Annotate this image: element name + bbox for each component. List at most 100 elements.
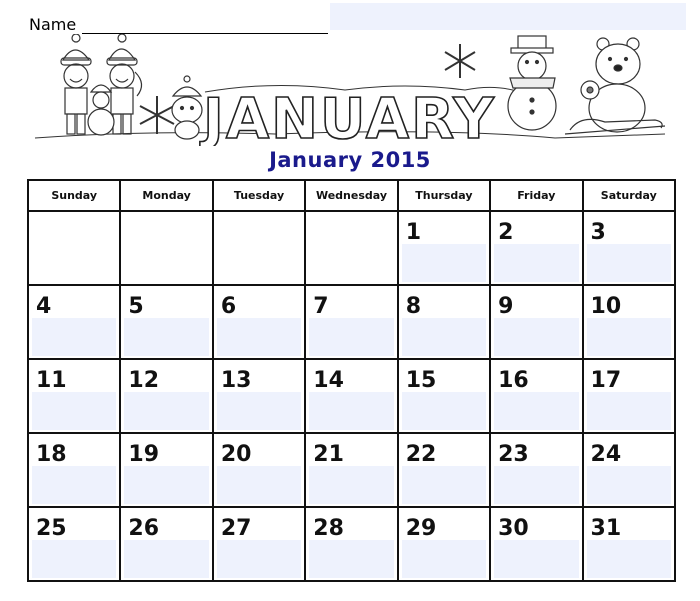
day-cell[interactable]: 3	[581, 210, 677, 286]
day-cell-content: 21	[306, 434, 396, 506]
day-cell[interactable]: 21	[304, 432, 399, 508]
day-note-area[interactable]	[32, 540, 117, 578]
day-cell[interactable]: 4	[26, 284, 122, 360]
day-cell[interactable]: 6	[211, 284, 307, 360]
day-note-area[interactable]	[32, 392, 117, 430]
day-note-area[interactable]	[309, 392, 394, 430]
january-bubble-letters: JANUARY	[198, 86, 494, 146]
day-note-area[interactable]	[124, 392, 209, 430]
day-cell[interactable]: 15	[396, 358, 492, 434]
day-note-area[interactable]	[32, 466, 117, 504]
weekday-header: Friday	[489, 179, 584, 212]
day-cell[interactable]: 11	[26, 358, 122, 434]
day-number: 22	[405, 442, 437, 467]
day-note-area[interactable]	[401, 540, 487, 578]
day-note-area[interactable]	[494, 244, 579, 282]
day-note-area[interactable]	[586, 392, 671, 430]
day-cell[interactable]: 2	[489, 210, 584, 286]
day-cell[interactable]: 13	[211, 358, 307, 434]
day-cell[interactable]: 16	[489, 358, 584, 434]
day-cell[interactable]: 31	[581, 506, 677, 582]
day-number: 28	[313, 516, 344, 541]
day-cell-content	[306, 212, 396, 284]
day-cell-content: 24	[584, 434, 674, 506]
day-cell-content: 29	[399, 508, 489, 580]
day-cell[interactable]: 27	[211, 506, 307, 582]
day-cell[interactable]: 19	[119, 432, 214, 508]
day-cell-content: 13	[214, 360, 304, 432]
day-cell[interactable]: 22	[396, 432, 492, 508]
snowflake-icon	[444, 44, 476, 78]
day-note-area[interactable]	[309, 540, 394, 578]
day-number: 5	[128, 294, 144, 319]
day-cell[interactable]: 7	[304, 284, 399, 360]
day-cell[interactable]: 28	[304, 506, 399, 582]
day-note-area[interactable]	[216, 318, 302, 356]
day-cell[interactable]: 12	[119, 358, 214, 434]
day-cell[interactable]: 24	[581, 432, 677, 508]
weekday-header-row: Sunday Monday Tuesday Wednesday Thursday…	[26, 179, 677, 212]
calendar-week-row: 4 5 6 7 8 9 10	[26, 284, 677, 360]
day-note-area[interactable]	[586, 318, 671, 356]
day-cell[interactable]: 29	[396, 506, 492, 582]
day-cell[interactable]: 5	[119, 284, 214, 360]
day-note-area[interactable]	[586, 540, 671, 578]
day-note-area[interactable]	[401, 318, 487, 356]
day-note-area[interactable]	[586, 466, 671, 504]
day-note-area[interactable]	[124, 466, 209, 504]
weekday-header: Wednesday	[304, 179, 399, 212]
day-note-area[interactable]	[32, 318, 117, 356]
day-note-area[interactable]	[401, 392, 487, 430]
day-cell-content: 25	[29, 508, 119, 580]
day-cell-content: 9	[491, 286, 581, 358]
day-cell[interactable]: 25	[26, 506, 122, 582]
day-cell-content: 6	[214, 286, 304, 358]
day-cell[interactable]: 18	[26, 432, 122, 508]
weekday-header: Tuesday	[211, 179, 307, 212]
day-cell-content: 27	[214, 508, 304, 580]
day-cell[interactable]: 17	[581, 358, 677, 434]
day-note-area[interactable]	[216, 540, 302, 578]
day-note-area[interactable]	[494, 318, 579, 356]
day-cell[interactable]: 30	[489, 506, 584, 582]
day-number: 23	[498, 442, 529, 467]
day-number: 29	[405, 516, 437, 541]
day-note-area[interactable]	[494, 392, 579, 430]
day-note-area[interactable]	[401, 466, 487, 504]
day-cell[interactable]: 26	[119, 506, 214, 582]
day-cell-content: 28	[306, 508, 396, 580]
day-cell[interactable]: 14	[304, 358, 399, 434]
day-note-area[interactable]	[309, 318, 394, 356]
day-number: 14	[313, 368, 344, 393]
day-number: 12	[128, 368, 160, 393]
day-number: 3	[590, 220, 606, 245]
day-number: 19	[128, 442, 160, 467]
calendar-title: January 2015	[269, 148, 431, 172]
day-note-area[interactable]	[494, 466, 579, 504]
day-cell-content: 19	[121, 434, 211, 506]
calendar-week-row: 25 26 27 28 29 30 31	[26, 506, 677, 582]
day-cell[interactable]: 10	[581, 284, 677, 360]
day-cell[interactable]: 8	[396, 284, 492, 360]
day-number: 31	[590, 516, 622, 541]
day-note-area[interactable]	[216, 392, 302, 430]
name-input[interactable]	[330, 3, 686, 30]
day-note-area[interactable]	[586, 244, 671, 282]
day-note-area[interactable]	[494, 540, 579, 578]
day-cell[interactable]: 23	[489, 432, 584, 508]
january-banner-illustration: JANUARY	[34, 34, 666, 146]
day-note-area[interactable]	[309, 466, 394, 504]
polar-bear-icon	[564, 37, 666, 135]
day-note-area[interactable]	[124, 540, 209, 578]
day-cell[interactable]: 1	[396, 210, 492, 286]
day-cell[interactable]: 20	[211, 432, 307, 508]
day-number: 18	[36, 442, 67, 467]
day-note-area[interactable]	[124, 318, 209, 356]
penguin-icon	[171, 75, 203, 140]
day-number: 8	[405, 294, 421, 319]
day-number: 4	[36, 294, 52, 319]
day-note-area[interactable]	[401, 244, 487, 282]
day-cell[interactable]: 9	[489, 284, 584, 360]
day-note-area[interactable]	[216, 466, 302, 504]
calendar-grid: Sunday Monday Tuesday Wednesday Thursday…	[26, 179, 677, 582]
